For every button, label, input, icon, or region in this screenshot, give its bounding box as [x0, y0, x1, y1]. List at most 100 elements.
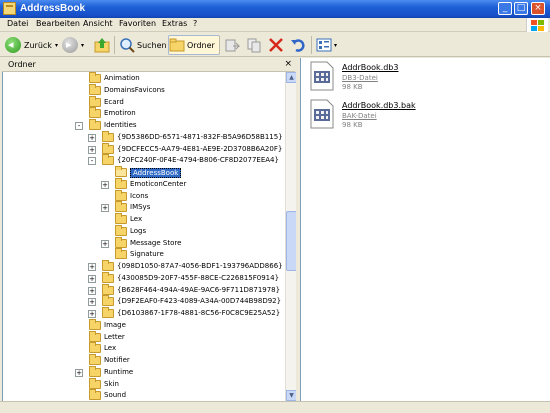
tree-item-label[interactable]: Runtime [104, 368, 133, 376]
tree-item-label[interactable]: {430085D9-20F7-455F-88CE-C226815F0914} [117, 274, 279, 282]
tree-item-label[interactable]: Image [104, 321, 126, 329]
up-button[interactable] [94, 35, 112, 55]
file-name[interactable]: AddrBook.db3 [342, 63, 398, 72]
search-button[interactable]: Suchen [119, 35, 167, 55]
tree-scrollbar[interactable]: ▲ ▼ [285, 72, 297, 401]
delete-button[interactable] [268, 35, 286, 55]
move-to-button[interactable] [224, 35, 242, 55]
tree-item-label[interactable]: IMSys [130, 203, 150, 211]
copy-to-button[interactable] [246, 35, 264, 55]
collapse-icon[interactable]: - [88, 157, 96, 166]
close-pane-icon[interactable]: × [284, 59, 292, 69]
tree-item[interactable]: + {9D5386DD-6571-4871-832F-B5A96D58B115} [3, 130, 285, 144]
expand-icon[interactable]: + [88, 286, 96, 295]
close-button[interactable]: × [531, 2, 545, 15]
menu-edit[interactable]: Bearbeiten [36, 19, 80, 28]
tree-item-label[interactable]: {9DCFECC5-AA79-4E81-AE9E-2D3708B6A20F} [117, 145, 282, 153]
folder-tree[interactable]: Animation DomainsFavicons Ecard Emotiron - Id… [2, 72, 285, 401]
expand-icon[interactable]: + [88, 274, 96, 283]
tree-item-label[interactable]: Notifier [104, 356, 130, 364]
expand-icon[interactable]: + [101, 180, 109, 189]
chevron-down-icon[interactable]: ▾ [55, 42, 58, 49]
file-item[interactable]: AddrBook.db3.bak BAK-Datei 98 KB [309, 99, 539, 131]
tree-item[interactable]: + Message Store [3, 236, 285, 250]
tree-item[interactable]: DomainsFavicons [3, 83, 285, 97]
tree-item[interactable]: - {20FC240F-0F4E-4794-B806-CF8D2077EEA4} [3, 154, 285, 167]
tree-item[interactable]: Skin [3, 377, 285, 391]
tree-item[interactable]: Icons [3, 189, 285, 203]
tree-item-label[interactable]: Skin [104, 380, 119, 388]
tree-item-label[interactable]: Emotiron [104, 109, 136, 117]
tree-item-label[interactable]: Lex [104, 344, 116, 352]
tree-item-label[interactable]: Letter [104, 333, 125, 341]
expand-icon[interactable]: + [88, 298, 96, 307]
tree-item[interactable]: Image [3, 318, 285, 332]
tree-item-label[interactable]: Lex [130, 215, 142, 223]
tree-item-label[interactable]: {B628F464-494A-49AE-9AC6-9F711D871978} [117, 286, 280, 294]
tree-item[interactable]: Lex [3, 213, 285, 226]
folders-button[interactable]: Ordner [168, 35, 220, 55]
minimize-button[interactable]: _ [498, 2, 512, 15]
menu-favorites[interactable]: Favoriten [119, 19, 156, 28]
tree-item-label[interactable]: Message Store [130, 239, 181, 247]
forward-button[interactable]: ▸ ▾ [62, 35, 84, 55]
tree-item[interactable]: Ecard [3, 95, 285, 109]
tree-item[interactable]: Sound [3, 389, 285, 401]
tree-item[interactable]: + EmoticonCenter [3, 177, 285, 191]
tree-item-label[interactable]: Identities [104, 121, 137, 129]
menu-file[interactable]: Datei [7, 19, 28, 28]
back-button[interactable]: ◂ Zurück ▾ [5, 35, 58, 55]
expand-icon[interactable]: + [88, 310, 96, 318]
undo-button[interactable] [290, 35, 308, 55]
collapse-icon[interactable]: - [75, 122, 83, 130]
tree-item-label[interactable]: Animation [104, 74, 140, 82]
tree-item[interactable]: Emotiron [3, 107, 285, 120]
chevron-down-icon[interactable]: ▾ [81, 42, 84, 49]
expand-icon[interactable]: + [88, 263, 96, 271]
tree-item-label[interactable]: Icons [130, 192, 148, 200]
menu-help[interactable]: ? [193, 19, 197, 28]
expand-icon[interactable]: + [101, 239, 109, 248]
expand-icon[interactable]: + [88, 145, 96, 154]
tree-item[interactable]: + {430085D9-20F7-455F-88CE-C226815F0914} [3, 271, 285, 285]
file-item[interactable]: AddrBook.db3 DB3-Datei 98 KB [309, 61, 539, 93]
tree-item[interactable]: Lex [3, 342, 285, 355]
tree-item[interactable]: + Runtime [3, 365, 285, 379]
tree-item-label[interactable]: AddressBook [130, 168, 182, 178]
tree-item[interactable]: + {D6103867-1F78-4881-8C56-F0C8C9E25A52} [3, 307, 285, 320]
tree-item-label[interactable]: Logs [130, 227, 146, 235]
tree-item-label[interactable]: Ecard [104, 98, 124, 106]
tree-item-label[interactable]: DomainsFavicons [104, 86, 165, 94]
tree-item[interactable]: + {B628F464-494A-49AE-9AC6-9F711D871978} [3, 283, 285, 297]
tree-item[interactable]: Logs [3, 224, 285, 238]
tree-item[interactable]: + {098D1050-87A7-4056-BDF1-193796ADD866} [3, 260, 285, 273]
expand-icon[interactable]: + [75, 368, 83, 377]
expand-icon[interactable]: + [88, 133, 96, 142]
tree-item-label[interactable]: Signature [130, 250, 164, 258]
tree-item[interactable]: Animation [3, 72, 285, 85]
views-button[interactable]: ▾ [316, 35, 337, 55]
back-label: Zurück [24, 40, 52, 50]
tree-item[interactable]: + IMSys [3, 201, 285, 214]
expand-icon[interactable]: + [101, 204, 109, 213]
tree-item[interactable]: Signature [3, 248, 285, 261]
tree-item-label[interactable]: {9D5386DD-6571-4871-832F-B5A96D58B115} [117, 133, 283, 141]
chevron-down-icon[interactable]: ▾ [334, 42, 337, 49]
maximize-button[interactable]: □ [514, 2, 528, 15]
tree-item[interactable]: Letter [3, 330, 285, 344]
menu-tools[interactable]: Extras [162, 19, 187, 28]
tree-item-label[interactable]: EmoticonCenter [130, 180, 186, 188]
file-name[interactable]: AddrBook.db3.bak [342, 101, 416, 110]
tree-item-label[interactable]: {D6103867-1F78-4881-8C56-F0C8C9E25A52} [117, 309, 280, 317]
tree-item-label[interactable]: Sound [104, 391, 126, 399]
tree-item-label[interactable]: {20FC240F-0F4E-4794-B806-CF8D2077EEA4} [117, 156, 279, 164]
tree-item[interactable]: + {D9F2EAF0-F423-4089-A34A-00D744B98D92} [3, 295, 285, 308]
menu-view[interactable]: Ansicht [83, 19, 113, 28]
tree-item-label[interactable]: {098D1050-87A7-4056-BDF1-193796ADD866} [117, 262, 283, 270]
tree-item[interactable]: Notifier [3, 354, 285, 367]
tree-item-label[interactable]: {D9F2EAF0-F423-4089-A34A-00D744B98D92} [117, 297, 281, 305]
tree-item[interactable]: AddressBook [3, 166, 285, 179]
tree-item[interactable]: - Identities [3, 119, 285, 132]
title-bar[interactable]: AddressBook _ □ × [0, 0, 550, 18]
tree-item[interactable]: + {9DCFECC5-AA79-4E81-AE9E-2D3708B6A20F} [3, 142, 285, 156]
